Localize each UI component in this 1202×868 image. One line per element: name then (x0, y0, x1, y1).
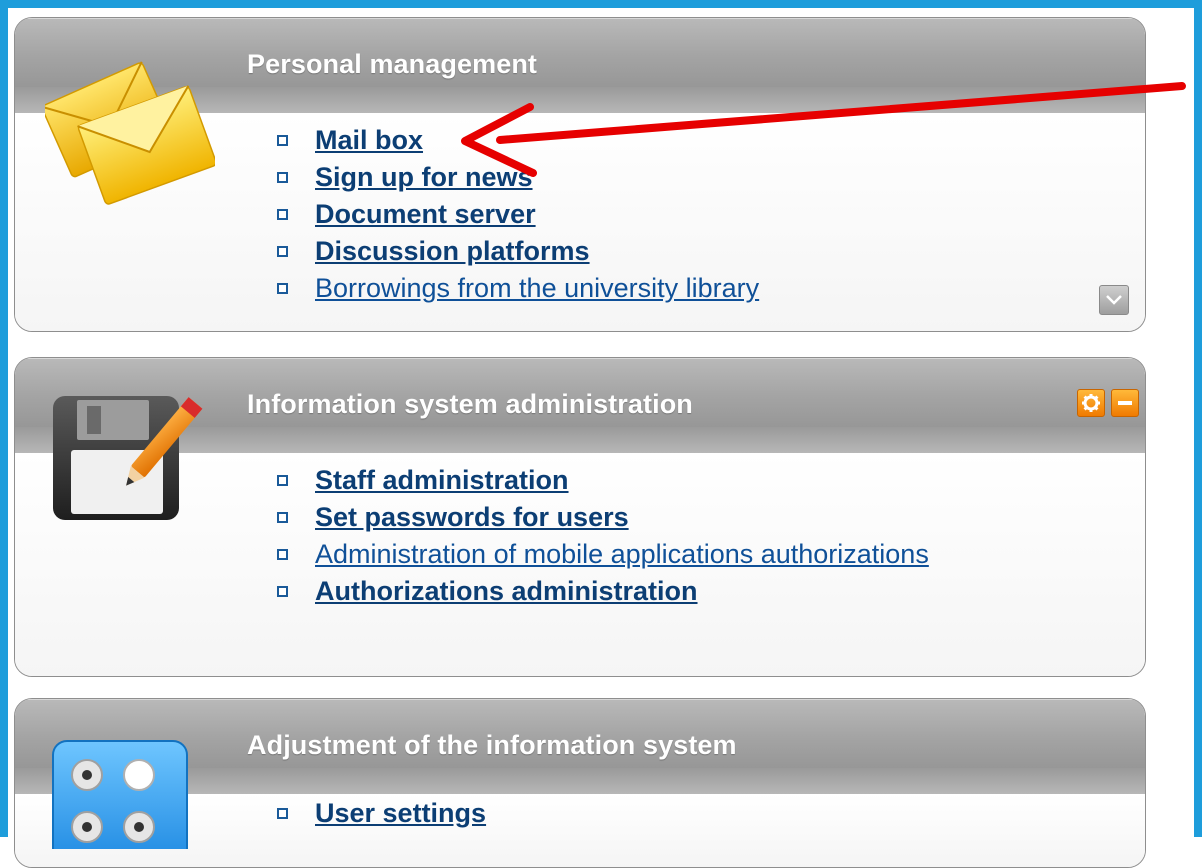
annotation-arrow-icon (461, 82, 1186, 177)
